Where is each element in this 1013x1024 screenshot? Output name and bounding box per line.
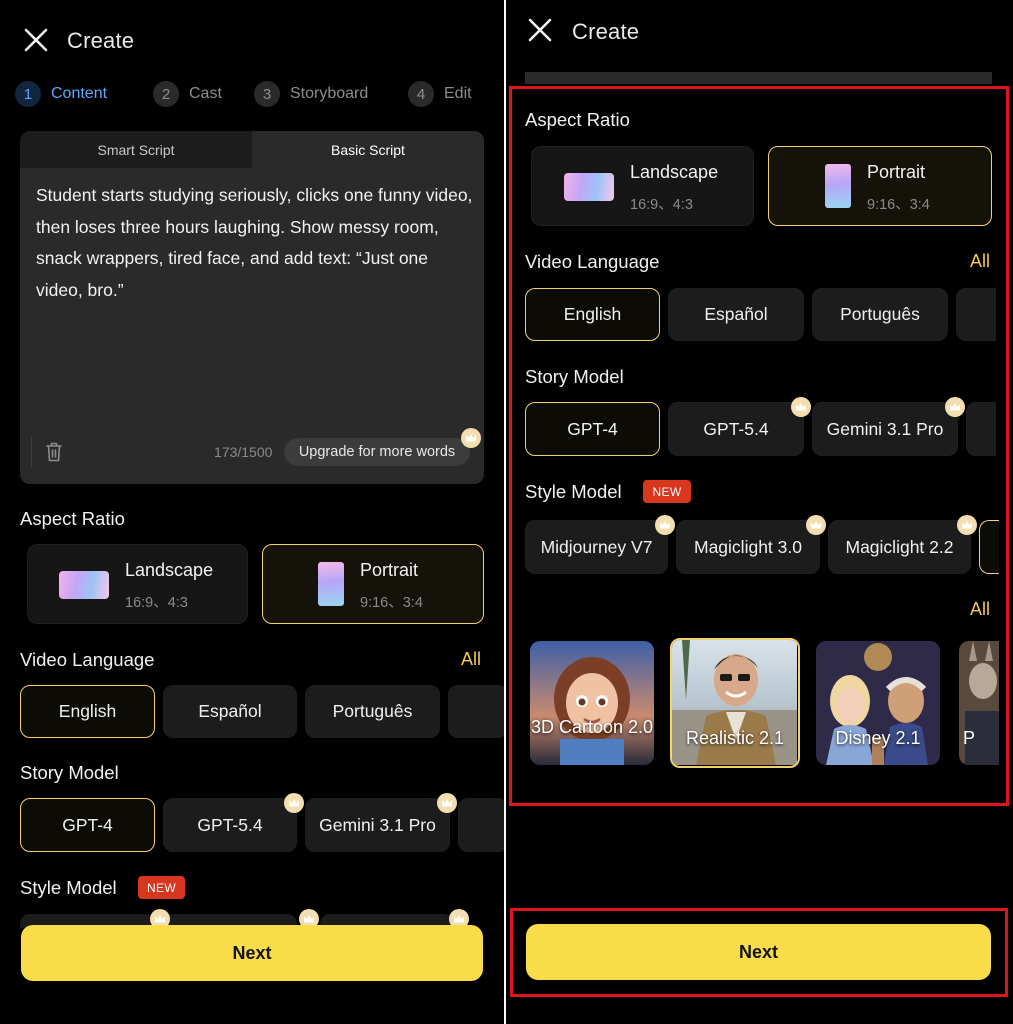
- step-number: 2: [153, 81, 179, 107]
- story-model-title: Story Model: [20, 762, 119, 783]
- story-model-chip-partial[interactable]: [458, 798, 504, 852]
- step-number: 1: [15, 81, 41, 107]
- step-edit[interactable]: 4 Edit: [408, 81, 472, 107]
- script-card: Smart Script Basic Script Student starts…: [20, 131, 484, 484]
- language-chip-partial[interactable]: [448, 685, 504, 738]
- aspect-ratios: 9:16、3:4: [360, 595, 423, 611]
- close-icon[interactable]: [526, 16, 554, 44]
- highlight-box-settings: [509, 86, 1009, 806]
- step-number: 3: [254, 81, 280, 107]
- close-icon[interactable]: [22, 26, 50, 54]
- step-label: Cast: [189, 85, 222, 102]
- step-label: Edit: [444, 85, 472, 102]
- crown-icon: [437, 793, 457, 813]
- style-model-title: Style Model: [20, 877, 117, 898]
- next-button[interactable]: Next: [21, 925, 483, 981]
- aspect-ratio-title: Aspect Ratio: [20, 508, 125, 529]
- video-language-title: Video Language: [20, 649, 155, 670]
- divider: [31, 437, 32, 467]
- left-screen: Create 1 Content 2 Cast 3 Storyboard 4 E…: [0, 0, 504, 1024]
- language-chip-espanol[interactable]: Español: [163, 685, 297, 738]
- story-model-chip-gpt54[interactable]: GPT-5.4: [163, 798, 297, 852]
- crown-icon: [284, 793, 304, 813]
- landscape-thumbnail: [59, 571, 109, 599]
- step-storyboard[interactable]: 3 Storyboard: [254, 81, 368, 107]
- story-model-chip-gpt4[interactable]: GPT-4: [20, 798, 155, 852]
- video-language-all-link[interactable]: All: [461, 649, 481, 670]
- upgrade-button[interactable]: Upgrade for more words: [284, 438, 470, 466]
- new-badge: NEW: [138, 876, 185, 899]
- word-count: 173/1500: [214, 444, 273, 460]
- highlight-box-next: [510, 908, 1008, 997]
- page-title: Create: [67, 28, 135, 53]
- step-content[interactable]: 1 Content: [15, 81, 107, 107]
- step-label: Storyboard: [290, 85, 369, 102]
- language-chip-portugues[interactable]: Português: [305, 685, 440, 738]
- story-model-chip-gemini[interactable]: Gemini 3.1 Pro: [305, 798, 450, 852]
- aspect-name: Landscape: [125, 560, 214, 580]
- crown-icon: [461, 428, 481, 448]
- tab-smart-script[interactable]: Smart Script: [20, 131, 252, 168]
- page-title-text: Create: [572, 19, 640, 44]
- script-tabs: Smart Script Basic Script: [20, 131, 484, 168]
- script-card-edge: [525, 72, 992, 84]
- aspect-landscape-option[interactable]: Landscape 16:9、4:3: [27, 544, 248, 624]
- step-cast[interactable]: 2 Cast: [153, 81, 222, 107]
- trash-icon[interactable]: [44, 441, 64, 463]
- aspect-portrait-option[interactable]: Portrait 9:16、3:4: [262, 544, 484, 624]
- portrait-thumbnail: [318, 562, 344, 606]
- language-chip-english[interactable]: English: [20, 685, 155, 738]
- right-screen: Create Aspect Ratio Landscape 16:9、4:3 P…: [506, 0, 1013, 1024]
- aspect-ratios: 16:9、4:3: [125, 595, 188, 611]
- step-label: Content: [51, 85, 108, 102]
- script-textarea[interactable]: Student starts studying seriously, click…: [36, 180, 476, 306]
- tab-basic-script[interactable]: Basic Script: [252, 131, 484, 168]
- aspect-name: Portrait: [360, 560, 419, 580]
- step-number: 4: [408, 81, 434, 107]
